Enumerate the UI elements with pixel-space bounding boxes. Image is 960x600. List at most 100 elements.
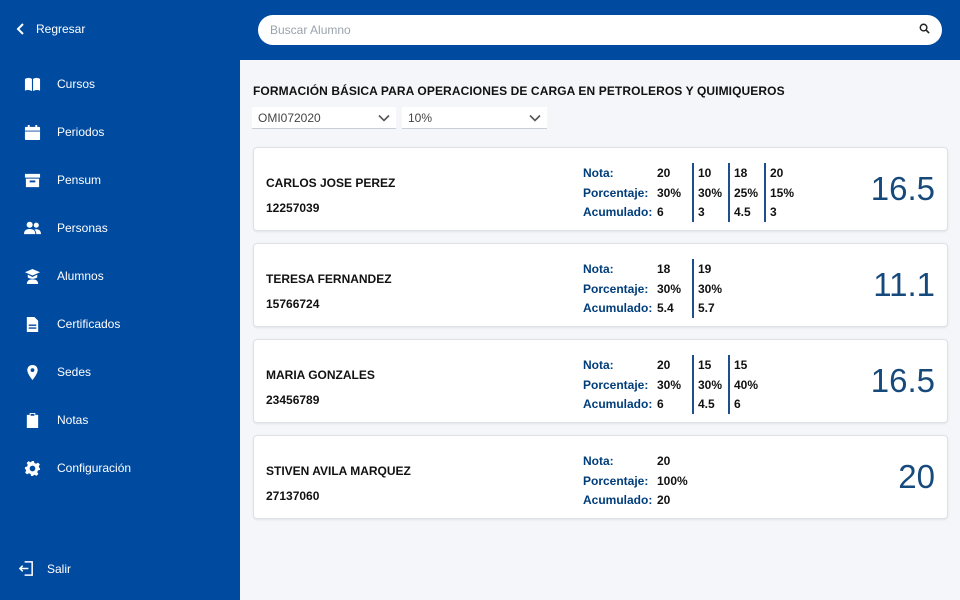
search-input[interactable] [270, 23, 919, 37]
grade-porcentaje: 30% [657, 281, 682, 296]
grade-column: 20 100% 20 [657, 451, 692, 510]
student-card[interactable]: TERESA FERNANDEZ 15766724 Nota: Porcenta… [253, 243, 948, 327]
location-pin-icon [24, 364, 41, 381]
student-id: 12257039 [266, 201, 320, 215]
grade-columns: 20 30% 6 15 30% 4.5 15 40% 6 [657, 355, 764, 414]
users-icon [24, 220, 41, 237]
sidebar-item-sedes[interactable]: Sedes [0, 348, 240, 396]
chevron-down-icon [378, 114, 390, 122]
grade-nota: 20 [770, 166, 784, 180]
grade-acumulado: 6 [657, 205, 664, 219]
grade-porcentaje: 30% [698, 281, 723, 296]
student-name: MARIA GONZALES [266, 368, 375, 382]
grade-columns: 20 100% 20 [657, 451, 692, 510]
grade-acumulado: 6 [734, 397, 741, 411]
porcentaje-label: Porcentaje: [583, 281, 649, 296]
sidebar-nav: Cursos Periodos Pensum Personas Alumnos … [0, 60, 240, 492]
grade-porcentaje: 15% [770, 185, 795, 200]
grade-column: 19 30% 5.7 [692, 259, 728, 318]
logout-icon [18, 561, 33, 576]
sidebar-item-notas[interactable]: Notas [0, 396, 240, 444]
main-content: FORMACIÓN BÁSICA PARA OPERACIONES DE CAR… [240, 60, 960, 600]
grade-porcentaje: 30% [657, 377, 682, 392]
grade-acumulado: 6 [657, 397, 664, 411]
grade-nota: 19 [698, 262, 712, 276]
grade-nota: 15 [734, 358, 748, 372]
sidebar-item-label: Notas [57, 413, 89, 427]
sidebar: Regresar Cursos Periodos Pensum Personas… [0, 0, 240, 600]
acumulado-label: Acumulado: [583, 493, 653, 507]
final-grade: 16.5 [870, 362, 935, 399]
graduation-icon [24, 268, 41, 285]
student-name: CARLOS JOSE PEREZ [266, 176, 396, 190]
grade-column: 15 30% 4.5 [692, 355, 728, 414]
gear-icon [24, 460, 41, 477]
grade-columns: 18 30% 5.4 19 30% 5.7 [657, 259, 728, 318]
sidebar-item-label: Periodos [57, 125, 105, 139]
grade-nota: 20 [657, 358, 671, 372]
final-grade: 11.1 [873, 266, 935, 303]
student-name: STIVEN AVILA MARQUEZ [266, 464, 411, 478]
search-icon[interactable] [919, 21, 930, 39]
grade-porcentaje: 30% [698, 185, 723, 200]
sidebar-item-label: Certificados [57, 317, 121, 331]
grade-nota: 20 [657, 454, 671, 468]
sidebar-item-pensum[interactable]: Pensum [0, 156, 240, 204]
nota-label: Nota: [583, 358, 614, 372]
porcentaje-label: Porcentaje: [583, 473, 649, 488]
acumulado-label: Acumulado: [583, 205, 653, 219]
final-grade: 20 [898, 458, 935, 495]
grade-porcentaje: 30% [698, 377, 723, 392]
grade-labels: Nota: Porcentaje: Acumulado: [583, 454, 653, 513]
sidebar-item-label: Configuración [57, 461, 132, 475]
student-id: 23456789 [266, 393, 320, 407]
grade-nota: 18 [734, 166, 748, 180]
course-code-value: OMI072020 [258, 110, 321, 125]
grade-nota: 18 [657, 262, 671, 276]
grade-labels: Nota: Porcentaje: Acumulado: [583, 166, 653, 225]
percent-select[interactable]: 10% [402, 107, 547, 129]
sidebar-item-label: Alumnos [57, 269, 104, 283]
sidebar-item-periodos[interactable]: Periodos [0, 108, 240, 156]
book-icon [24, 76, 41, 93]
porcentaje-label: Porcentaje: [583, 185, 649, 200]
sidebar-item-configuracion[interactable]: Configuración [0, 444, 240, 492]
logout-label: Salir [47, 561, 72, 576]
grade-nota: 10 [698, 166, 712, 180]
grade-columns: 20 30% 6 10 30% 3 18 25% 4.5 20 15% 3 [657, 163, 800, 222]
search-bar [258, 15, 942, 45]
student-card[interactable]: STIVEN AVILA MARQUEZ 27137060 Nota: Porc… [253, 435, 948, 519]
student-name: TERESA FERNANDEZ [266, 272, 392, 286]
sidebar-item-personas[interactable]: Personas [0, 204, 240, 252]
sidebar-item-certificados[interactable]: Certificados [0, 300, 240, 348]
grade-acumulado: 5.4 [657, 301, 674, 315]
grade-acumulado: 20 [657, 493, 671, 507]
grade-labels: Nota: Porcentaje: Acumulado: [583, 262, 652, 321]
chevron-down-icon [529, 114, 541, 122]
grade-labels: Nota: Porcentaje: Acumulado: [583, 358, 652, 417]
nota-label: Nota: [583, 166, 614, 180]
top-bar [240, 0, 960, 60]
grade-acumulado: 4.5 [734, 205, 751, 219]
percent-value: 10% [408, 110, 433, 125]
grade-column: 18 25% 4.5 [728, 163, 764, 222]
grade-nota: 15 [698, 358, 712, 372]
grade-column: 18 30% 5.4 [657, 259, 692, 318]
course-code-select[interactable]: OMI072020 [252, 107, 396, 129]
grade-acumulado: 4.5 [698, 397, 715, 411]
grade-porcentaje: 40% [734, 377, 759, 392]
logout-button[interactable]: Salir [18, 560, 71, 577]
nota-label: Nota: [583, 262, 614, 276]
student-id: 15766724 [266, 297, 320, 311]
sidebar-item-cursos[interactable]: Cursos [0, 60, 240, 108]
grade-nota: 20 [657, 166, 671, 180]
course-title: FORMACIÓN BÁSICA PARA OPERACIONES DE CAR… [253, 84, 785, 98]
sidebar-item-alumnos[interactable]: Alumnos [0, 252, 240, 300]
back-button[interactable]: Regresar [16, 22, 85, 36]
grade-acumulado: 3 [698, 205, 705, 219]
sidebar-item-label: Cursos [57, 77, 96, 91]
grade-column: 15 40% 6 [728, 355, 764, 414]
student-card[interactable]: MARIA GONZALES 23456789 Nota: Porcentaje… [253, 339, 948, 423]
grade-porcentaje: 100% [657, 473, 688, 488]
student-card[interactable]: CARLOS JOSE PEREZ 12257039 Nota: Porcent… [253, 147, 948, 231]
